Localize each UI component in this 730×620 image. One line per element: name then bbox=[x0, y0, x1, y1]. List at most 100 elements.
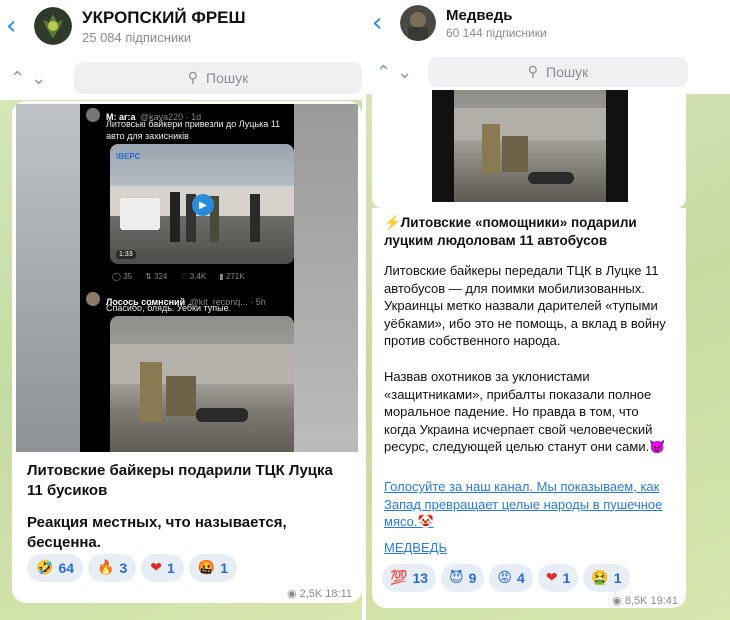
message-video[interactable] bbox=[432, 90, 628, 202]
left-channel-panel: ‹ УКРОПСКИЙ ФРЕШ 25 084 підписники ⌃⌄ ⚲ … bbox=[0, 0, 362, 620]
photo-soldier bbox=[166, 376, 196, 416]
chevron-up-icon[interactable]: ⌃ bbox=[10, 68, 31, 89]
search-icon: ⚲ bbox=[527, 64, 539, 80]
hundred-emoji-icon: 💯 bbox=[390, 570, 408, 586]
search-row: ⌃⌄ ⚲ Пошук bbox=[0, 56, 362, 100]
message-media[interactable]: M: ar:a @kava220 · 1d Литовські байкери … bbox=[16, 104, 358, 452]
message-bubble[interactable]: M: ar:a @kava220 · 1d Литовські байкери … bbox=[12, 101, 362, 603]
reaction-vomit[interactable]: 🤮 1 bbox=[583, 564, 630, 592]
reaction-count: 1 bbox=[220, 560, 229, 576]
laugh-emoji-icon: 🤣 bbox=[36, 560, 54, 576]
channel-avatar[interactable] bbox=[400, 5, 436, 41]
tweet-stats: ◯ 35 ⇅ 324 ♡ 3.4K ▮ 271K bbox=[112, 272, 245, 281]
media-blur-right bbox=[294, 104, 358, 452]
video-person bbox=[250, 194, 260, 242]
back-chevron-icon[interactable]: ‹ bbox=[6, 11, 26, 41]
tweet-text: Литовські байкери привезли до Луцька 11 … bbox=[106, 119, 286, 142]
reaction-count: 4 bbox=[517, 570, 525, 586]
subscriber-count: 60 144 підписники bbox=[446, 25, 547, 40]
channel-title[interactable]: УКРОПСКИЙ ФРЕШ bbox=[82, 8, 246, 28]
message-time: 19:41 bbox=[650, 595, 678, 607]
reaction-hundred[interactable]: 💯 13 bbox=[382, 564, 437, 592]
photo-soldier bbox=[140, 362, 162, 422]
angry-emoji-icon: 😡 bbox=[497, 570, 513, 586]
heart-emoji-icon: ❤ bbox=[150, 560, 162, 576]
media-blur-left bbox=[16, 104, 80, 452]
message-headline: ⚡Литовские «помощники» подарили луцким л… bbox=[384, 215, 637, 248]
subscriber-count: 25 084 підписники bbox=[82, 29, 192, 45]
reaction-count: 1 bbox=[562, 570, 571, 586]
message-time: 18:11 bbox=[325, 588, 352, 600]
video-van bbox=[120, 198, 160, 230]
tweet-text-line1: Литовські байкери привезли до Луцька 11 bbox=[106, 119, 281, 129]
tweet-avatar bbox=[86, 108, 100, 122]
search-input[interactable]: ⚲ Пошук bbox=[428, 57, 688, 87]
signature-link[interactable]: МЕДВЕДЬ bbox=[384, 540, 447, 555]
tweet-video[interactable]: \ВЕРС ▶ 1:33 bbox=[110, 144, 294, 264]
search-row: ⌃⌄ ⚲ Пошук bbox=[366, 50, 730, 94]
view-count: 2,5K bbox=[299, 588, 323, 600]
reply-count: 35 bbox=[123, 272, 133, 281]
message-title: Литовские байкеры подарили ТЦК Луцка 11 … bbox=[27, 462, 333, 499]
angry-emoji-icon: 🤬 bbox=[197, 560, 216, 576]
search-icon: ⚲ bbox=[187, 70, 199, 86]
message-paragraph-1: Литовские байкеры передали ТЦК в Луцке 1… bbox=[384, 263, 666, 349]
view-count: 8,5K bbox=[624, 595, 648, 607]
photo-soldier bbox=[502, 136, 528, 172]
reaction-count: 3 bbox=[119, 560, 128, 576]
vomit-emoji-icon: 🤮 bbox=[591, 570, 609, 586]
reactions-bar: 🤣 64 🔥 3 ❤ 1 🤬 1 bbox=[27, 554, 238, 582]
reaction-laugh[interactable]: 🤣 64 bbox=[27, 554, 84, 582]
photo-wall bbox=[110, 344, 294, 384]
video-letterbox bbox=[606, 90, 628, 202]
channel-title[interactable]: Медведь bbox=[446, 7, 547, 24]
play-icon[interactable]: ▶ bbox=[192, 194, 214, 216]
nav-arrows[interactable]: ⌃⌄ bbox=[366, 62, 436, 83]
chevron-down-icon[interactable]: ⌄ bbox=[397, 62, 418, 83]
photo-person-ground bbox=[196, 408, 248, 422]
reaction-fire[interactable]: 🔥 3 bbox=[88, 554, 137, 582]
reaction-devil[interactable]: 😈 9 bbox=[441, 564, 485, 592]
search-placeholder: Пошук bbox=[546, 64, 589, 80]
reaction-count: 1 bbox=[166, 560, 175, 576]
retweet-count: 324 bbox=[154, 272, 168, 281]
photo-soldier bbox=[482, 124, 500, 174]
chevron-up-icon[interactable]: ⌃ bbox=[376, 62, 397, 83]
message-body: Реакция местных, что называется, бесценн… bbox=[27, 514, 287, 551]
reaction-heart[interactable]: ❤ 1 bbox=[141, 554, 184, 582]
reaction-angry[interactable]: 🤬 1 bbox=[188, 554, 238, 582]
tweet-view-count: 271K bbox=[225, 272, 245, 281]
nav-arrows[interactable]: ⌃⌄ bbox=[0, 68, 70, 89]
search-placeholder: Пошук bbox=[206, 70, 249, 86]
channel-header: ‹ Медведь 60 144 підписники bbox=[366, 0, 730, 46]
reaction-heart[interactable]: ❤ 1 bbox=[537, 564, 579, 592]
video-duration: 1:33 bbox=[116, 250, 136, 259]
reaction-angry[interactable]: 😡 4 bbox=[489, 564, 533, 592]
tweet2-text: Спасибо, блядь. Уебки тупые. bbox=[106, 303, 232, 313]
tweet2-photo[interactable] bbox=[110, 316, 294, 452]
heart-emoji-icon: ❤ bbox=[545, 570, 558, 586]
message-bubble[interactable]: ⚡Литовские «помощники» подарили луцким л… bbox=[372, 208, 686, 608]
channel-avatar[interactable] bbox=[34, 7, 72, 45]
devil-emoji-icon: 😈 bbox=[449, 570, 464, 586]
views-icon: ▮ bbox=[219, 272, 224, 281]
photo-wall bbox=[454, 108, 606, 140]
reaction-count: 9 bbox=[468, 570, 477, 586]
tweet2-avatar bbox=[86, 292, 100, 306]
reaction-count: 64 bbox=[58, 560, 75, 576]
media-bubble[interactable] bbox=[372, 90, 686, 208]
reaction-count: 13 bbox=[412, 570, 429, 586]
vote-link[interactable]: Голосуйте за наш канал. Мы показываем, к… bbox=[384, 478, 674, 531]
video-brand: \ВЕРС bbox=[116, 152, 141, 161]
tweet-text-line2: авто для захисників bbox=[106, 130, 189, 141]
eye-icon: ◉ bbox=[286, 587, 297, 600]
retweet-icon: ⇅ bbox=[145, 272, 152, 281]
search-input[interactable]: ⚲ Пошук bbox=[74, 62, 362, 94]
like-count: 3.4K bbox=[189, 272, 207, 281]
message-paragraph-2: Назвав охотников за уклонистами «защитни… bbox=[384, 369, 666, 455]
eye-icon: ◉ bbox=[612, 594, 622, 607]
like-icon: ♡ bbox=[180, 272, 188, 281]
chevron-down-icon[interactable]: ⌄ bbox=[31, 68, 52, 89]
reply-icon: ◯ bbox=[112, 272, 121, 281]
back-chevron-icon[interactable]: ‹ bbox=[372, 8, 392, 38]
